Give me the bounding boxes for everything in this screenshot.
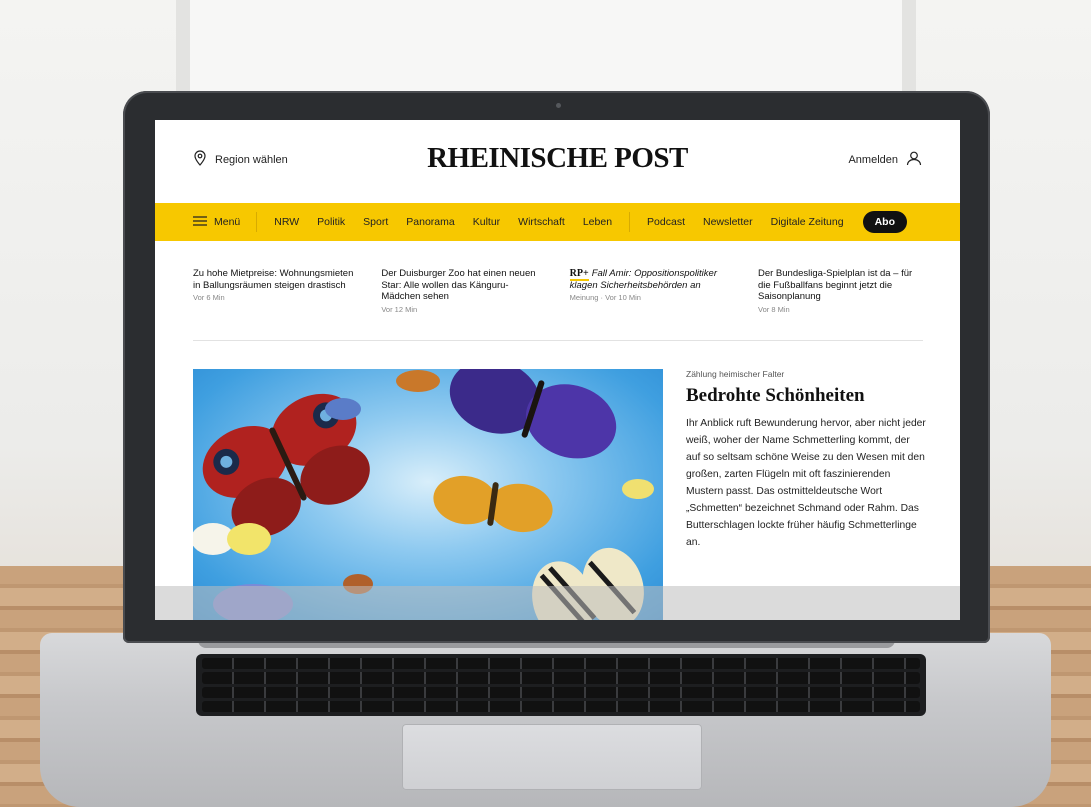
- nav-item-wirtschaft[interactable]: Wirtschaft: [509, 216, 574, 228]
- teaser-time: Vor 6 Min: [193, 293, 225, 302]
- teaser-time: Vor 12 Min: [381, 304, 418, 314]
- teaser-title[interactable]: Der Duisburger Zoo hat einen neuen Star:…: [381, 268, 546, 303]
- site-logo[interactable]: RHEINISCHE POST: [155, 142, 960, 175]
- hero-headline[interactable]: Bedrohte Schönheiten: [686, 385, 926, 407]
- hamburger-icon: [193, 215, 207, 229]
- hero-article: Zählung heimischer Falter Bedrohte Schön…: [686, 369, 926, 551]
- hero-kicker: Zählung heimischer Falter: [686, 369, 785, 379]
- teaser-title[interactable]: Zu hohe Mietpreise: Wohnungsmieten in Ba…: [193, 268, 358, 291]
- section-divider: [193, 340, 923, 341]
- site-header: Region wählen RHEINISCHE POST Anmelden: [155, 120, 960, 200]
- background-window-frame: [176, 0, 916, 92]
- login-label: Anmelden: [848, 153, 898, 166]
- nav-item-sport[interactable]: Sport: [354, 216, 397, 228]
- teaser-time: Vor 8 Min: [757, 304, 790, 314]
- butterfly-purple: [449, 369, 617, 459]
- butterfly-orange: [433, 475, 553, 533]
- nav-item-panorama[interactable]: Panorama: [397, 216, 463, 228]
- menu-button[interactable]: Menü: [193, 212, 258, 232]
- teaser-card[interactable]: Zu hohe Mietpreise: Wohnungsmieten in Ba…: [193, 268, 358, 314]
- menu-label: Menü: [214, 216, 241, 228]
- camera-dot: [556, 103, 561, 108]
- nav-divider: [629, 212, 631, 232]
- hero-image-butterflies[interactable]: [193, 369, 663, 620]
- teaser-title[interactable]: RP+ Fall Amir: Oppositionspolitiker klage…: [569, 268, 735, 291]
- top-teasers: Zu hohe Mietpreise: Wohnungsmieten in Ba…: [193, 268, 923, 314]
- hero-lead: Ihr Anblick ruft Bewunderung hervor, abe…: [686, 418, 926, 548]
- teaser-card[interactable]: RP+ Fall Amir: Oppositionspolitiker klage…: [569, 268, 735, 314]
- nav-item-nrw[interactable]: NRW: [265, 216, 308, 228]
- butterfly-small-yellow: [622, 479, 654, 499]
- nav-item-digitale-zeitung[interactable]: Digitale Zeitung: [762, 216, 853, 228]
- login-button[interactable]: Anmelden: [848, 150, 922, 169]
- nav-item-leben[interactable]: Leben: [574, 216, 621, 228]
- nav-item-kultur[interactable]: Kultur: [464, 216, 509, 228]
- teaser-card[interactable]: Der Duisburger Zoo hat einen neuen Star:…: [381, 268, 546, 314]
- main-navigation: Menü NRW Politik Sport Panorama Kultur W…: [155, 203, 960, 241]
- butterfly-small-brown: [396, 370, 440, 392]
- nav-item-newsletter[interactable]: Newsletter: [694, 216, 762, 228]
- screen-bottom-scrim: [155, 586, 960, 620]
- abo-button[interactable]: Abo: [862, 211, 907, 233]
- teaser-title-text: Fall Amir: Oppositionspolitiker klagen S…: [569, 268, 717, 291]
- laptop-screen: Region wählen RHEINISCHE POST Anmelden M…: [155, 120, 960, 620]
- teaser-title[interactable]: Der Bundesliga-Spielplan ist da – für di…: [758, 268, 923, 303]
- teaser-time: Meinung · Vor 10 Min: [569, 293, 641, 302]
- teaser-card[interactable]: Der Bundesliga-Spielplan ist da – für di…: [758, 268, 923, 314]
- nav-item-politik[interactable]: Politik: [308, 216, 354, 228]
- butterfly-white: [193, 523, 271, 555]
- nav-item-podcast[interactable]: Podcast: [638, 216, 694, 228]
- laptop-keyboard: [196, 654, 926, 716]
- butterfly-small-blue: [325, 398, 361, 420]
- user-icon: [906, 150, 922, 169]
- laptop-trackpad: [402, 724, 702, 790]
